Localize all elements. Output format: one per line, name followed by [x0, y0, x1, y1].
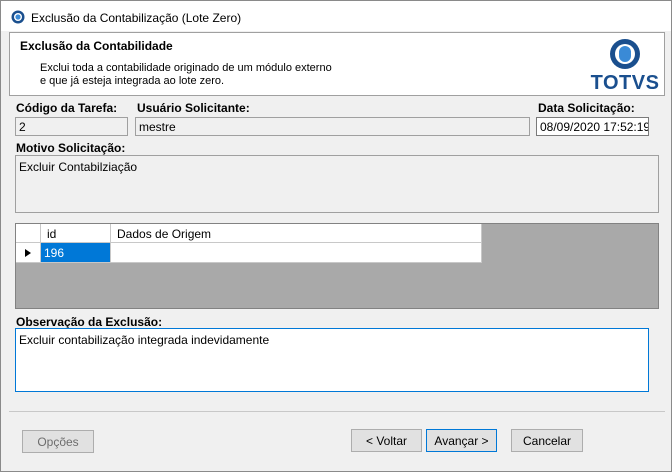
wizard-header: Exclusão da Contabilidade Exclui toda a … [9, 32, 665, 96]
row-selector[interactable] [16, 243, 41, 263]
voltar-button[interactable]: < Voltar [351, 429, 422, 452]
cancelar-button[interactable]: Cancelar [511, 429, 583, 452]
step-description: Exclui toda a contabilidade originado de… [40, 62, 332, 88]
avancar-button[interactable]: Avançar > [426, 429, 497, 452]
origin-data-grid[interactable]: id Dados de Origem 196 [15, 223, 659, 309]
logo-wordmark: TOTVS [590, 72, 660, 94]
step-title: Exclusão da Contabilidade [20, 39, 173, 53]
totvs-logo-icon [610, 39, 640, 69]
current-row-arrow-icon [25, 248, 31, 257]
step-description-line2: e que já esteja integrada ao lote zero. [40, 75, 225, 87]
grid-header: id Dados de Origem [16, 224, 482, 243]
grid-column-id[interactable]: id [41, 224, 111, 243]
opcoes-button[interactable]: Opções [22, 430, 94, 453]
motivo-solicitacao-field[interactable]: Excluir Contabilziação [15, 155, 659, 213]
window-title: Exclusão da Contabilização (Lote Zero) [31, 11, 242, 25]
observacao-exclusao-field[interactable]: Excluir contabilização integrada indevid… [15, 328, 649, 392]
wizard-window: Exclusão da Contabilização (Lote Zero) E… [0, 0, 672, 472]
usuario-solicitante-label: Usuário Solicitante: [137, 101, 250, 115]
table-row[interactable]: 196 [16, 243, 482, 263]
grid-corner-cell [16, 224, 41, 243]
totvs-logo: TOTVS [590, 36, 660, 94]
data-solicitacao-field[interactable]: 08/09/2020 17:52:19 [536, 117, 649, 136]
grid-cell-dados-origem[interactable] [111, 243, 482, 263]
grid-column-dados-origem[interactable]: Dados de Origem [111, 224, 482, 243]
usuario-solicitante-field[interactable]: mestre [135, 117, 530, 136]
title-bar: Exclusão da Contabilização (Lote Zero) [1, 1, 671, 31]
step-description-line1: Exclui toda a contabilidade originado de… [40, 62, 332, 74]
codigo-tarefa-field[interactable]: 2 [15, 117, 128, 136]
observacao-exclusao-label: Observação da Exclusão: [16, 315, 163, 329]
app-icon [11, 10, 25, 24]
grid-cell-id[interactable]: 196 [41, 243, 111, 263]
motivo-solicitacao-label: Motivo Solicitação: [16, 141, 126, 155]
footer-divider [9, 411, 665, 412]
codigo-tarefa-label: Código da Tarefa: [16, 101, 118, 115]
data-solicitacao-label: Data Solicitação: [538, 101, 635, 115]
